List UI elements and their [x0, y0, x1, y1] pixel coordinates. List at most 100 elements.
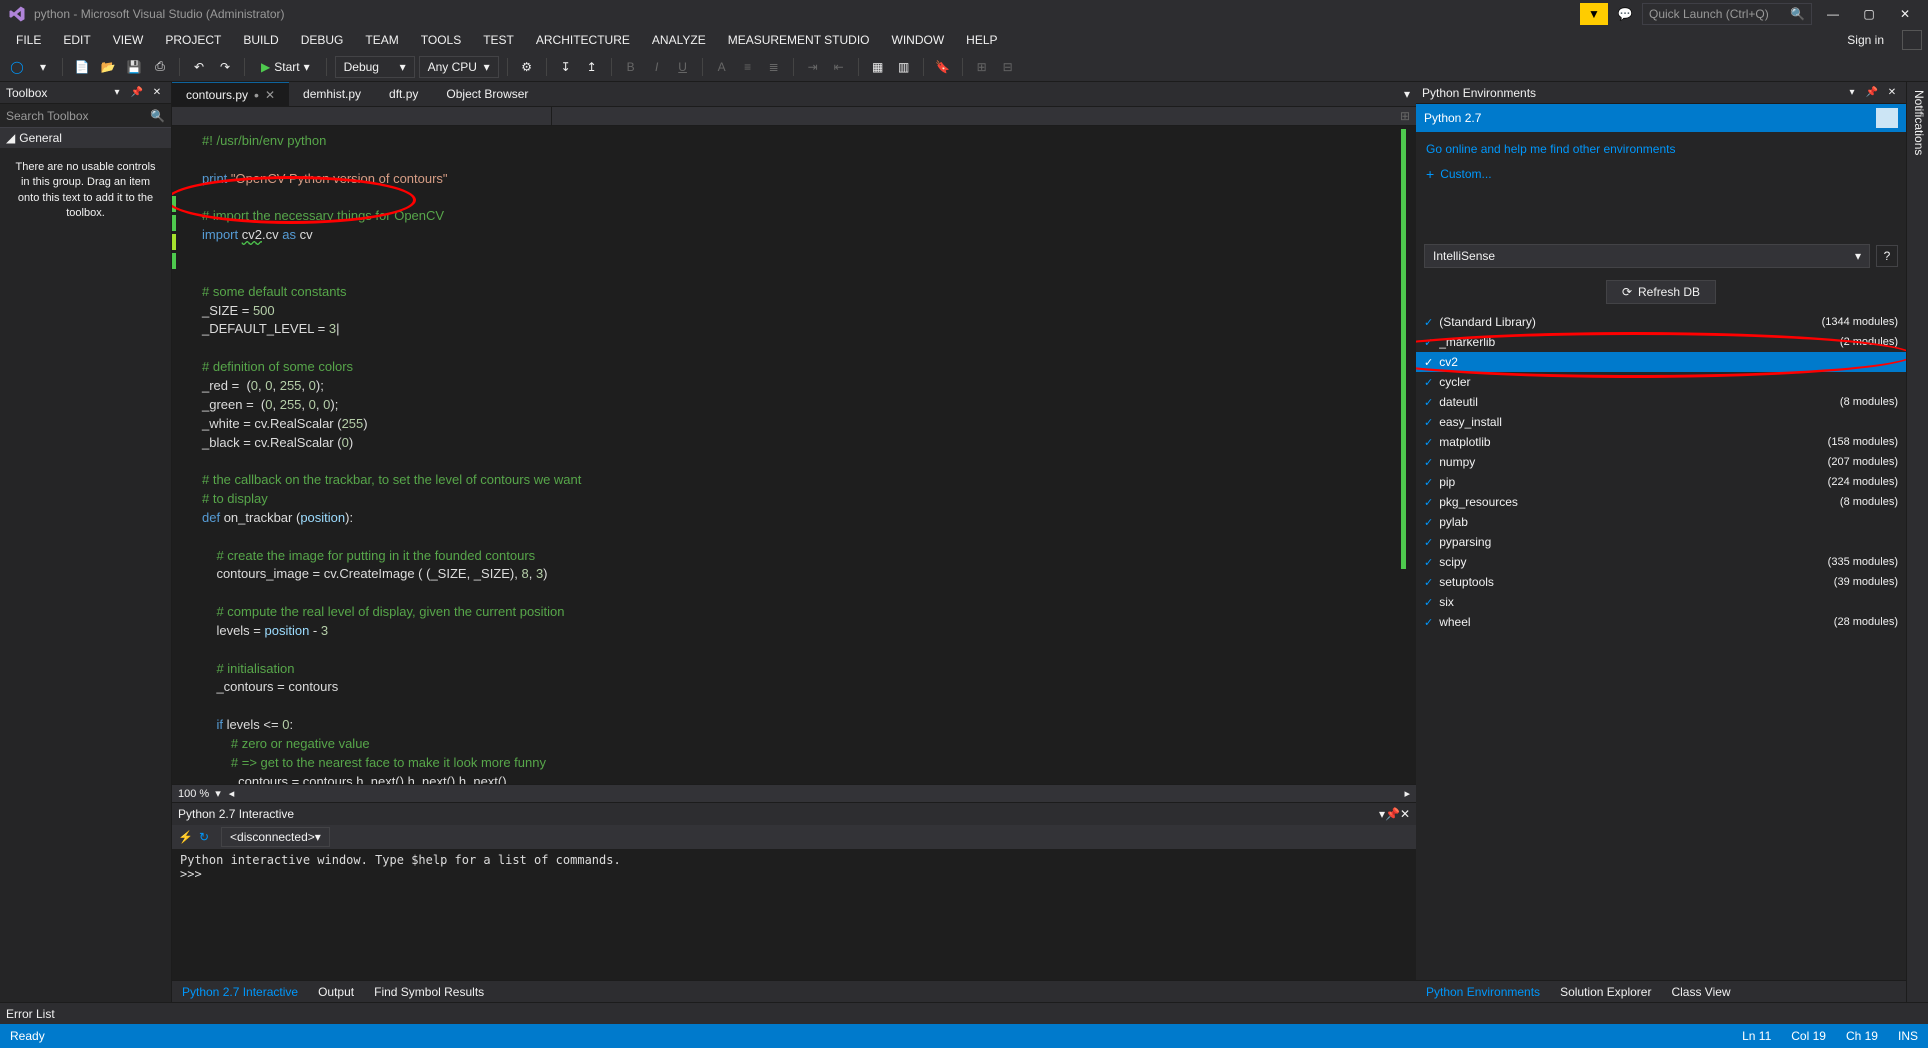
chevron-left-icon[interactable]: ◂	[229, 787, 235, 800]
notification-flag[interactable]: ▼	[1580, 3, 1608, 25]
pin-icon[interactable]: 📌	[1385, 807, 1400, 821]
align-left-icon[interactable]: ≡	[737, 56, 759, 78]
intellisense-dropdown[interactable]: IntelliSense▾	[1424, 244, 1870, 268]
quick-launch[interactable]: Quick Launch (Ctrl+Q) 🔍	[1642, 3, 1812, 25]
help-button[interactable]: ?	[1876, 245, 1898, 267]
platform-dropdown[interactable]: Any CPU▾	[419, 56, 499, 78]
tab-close-icon[interactable]: ✕	[265, 88, 275, 102]
module-row[interactable]: ✓numpy(207 modules)	[1416, 452, 1906, 472]
menu-debug[interactable]: DEBUG	[291, 30, 354, 50]
menu-architecture[interactable]: ARCHITECTURE	[526, 30, 640, 50]
menu-project[interactable]: PROJECT	[155, 30, 231, 50]
toolbox-search[interactable]: Search Toolbox 🔍	[0, 104, 171, 128]
user-avatar[interactable]	[1902, 30, 1922, 50]
undo-icon[interactable]: ↶	[188, 56, 210, 78]
module-row[interactable]: ✓(Standard Library)(1344 modules)	[1416, 312, 1906, 332]
toolbox-category[interactable]: ◢ General	[0, 128, 171, 148]
tab-python-environments[interactable]: Python Environments	[1416, 982, 1550, 1002]
tab-contours[interactable]: contours.py • ✕	[172, 82, 289, 106]
module-row[interactable]: ✓setuptools(39 modules)	[1416, 572, 1906, 592]
interrupt-icon[interactable]: ⚡	[178, 830, 193, 844]
module-row[interactable]: ✓cycler	[1416, 372, 1906, 392]
minimize-button[interactable]: —	[1818, 3, 1848, 25]
bookmark-icon[interactable]: 🔖	[932, 56, 954, 78]
chevron-right-icon[interactable]: ▸	[1404, 787, 1410, 800]
module-row[interactable]: ✓matplotlib(158 modules)	[1416, 432, 1906, 452]
tab-object-browser[interactable]: Object Browser	[432, 82, 542, 106]
zoom-level[interactable]: 100 %	[178, 788, 209, 800]
scope-dropdown[interactable]	[172, 107, 552, 125]
panel-dropdown-icon[interactable]: ▾	[1844, 85, 1860, 101]
bold-icon[interactable]: B	[620, 56, 642, 78]
active-environment[interactable]: Python 2.7	[1416, 104, 1906, 132]
misc2-icon[interactable]: ⊟	[997, 56, 1019, 78]
sign-in-button[interactable]: Sign in	[1837, 30, 1894, 50]
uncomment-icon[interactable]: ▥	[893, 56, 915, 78]
pin-icon[interactable]: 📌	[129, 85, 145, 101]
tab-find-symbol[interactable]: Find Symbol Results	[364, 982, 494, 1002]
misc1-icon[interactable]: ⊞	[971, 56, 993, 78]
split-icon[interactable]: ⊞	[1394, 109, 1416, 123]
chevron-down-icon[interactable]: ▾	[215, 787, 221, 800]
module-row[interactable]: ✓easy_install	[1416, 412, 1906, 432]
menu-test[interactable]: TEST	[473, 30, 524, 50]
menu-tools[interactable]: TOOLS	[411, 30, 471, 50]
new-project-icon[interactable]: 📄	[71, 56, 93, 78]
config-dropdown[interactable]: Debug▾	[335, 56, 415, 78]
maximize-button[interactable]: ▢	[1854, 3, 1884, 25]
menu-measurement[interactable]: MEASUREMENT STUDIO	[718, 30, 880, 50]
indent-icon[interactable]: ⇥	[802, 56, 824, 78]
redo-icon[interactable]: ↷	[214, 56, 236, 78]
save-icon[interactable]: 💾	[123, 56, 145, 78]
nav-back-icon[interactable]: ◯	[6, 56, 28, 78]
comment-icon[interactable]: ▦	[867, 56, 889, 78]
interactive-console[interactable]: Python interactive window. Type $help fo…	[172, 849, 1416, 980]
nav-fwd-icon[interactable]: ▾	[32, 56, 54, 78]
process-icon[interactable]: ⚙	[516, 56, 538, 78]
module-row[interactable]: ✓pylab	[1416, 512, 1906, 532]
module-list[interactable]: ✓(Standard Library)(1344 modules)✓_marke…	[1416, 312, 1906, 980]
italic-icon[interactable]: I	[646, 56, 668, 78]
interactive-state-dropdown[interactable]: <disconnected>▾	[221, 827, 330, 847]
tab-dft[interactable]: dft.py	[375, 82, 432, 106]
module-row[interactable]: ✓pyparsing	[1416, 532, 1906, 552]
menu-edit[interactable]: EDIT	[53, 30, 100, 50]
underline-icon[interactable]: U	[672, 56, 694, 78]
module-row[interactable]: ✓dateutil(8 modules)	[1416, 392, 1906, 412]
menu-view[interactable]: VIEW	[103, 30, 154, 50]
find-environments-link[interactable]: Go online and help me find other environ…	[1416, 132, 1906, 160]
start-debug-button[interactable]: ▶ Start ▾	[253, 58, 318, 76]
panel-close-icon[interactable]: ✕	[1884, 85, 1900, 101]
pin-icon[interactable]: 📌	[1864, 85, 1880, 101]
notifications-tab[interactable]: Notifications	[1906, 82, 1928, 1002]
menu-window[interactable]: WINDOW	[882, 30, 955, 50]
close-button[interactable]: ✕	[1890, 3, 1920, 25]
menu-build[interactable]: BUILD	[233, 30, 288, 50]
tab-python-interactive[interactable]: Python 2.7 Interactive	[172, 982, 308, 1002]
module-row[interactable]: ✓scipy(335 modules)	[1416, 552, 1906, 572]
refresh-db-button[interactable]: ⟳ Refresh DB	[1606, 280, 1716, 304]
open-file-icon[interactable]: 📂	[97, 56, 119, 78]
module-row[interactable]: ✓_markerlib(2 modules)	[1416, 332, 1906, 352]
tab-demhist[interactable]: demhist.py	[289, 82, 375, 106]
module-row[interactable]: ✓pkg_resources(8 modules)	[1416, 492, 1906, 512]
menu-file[interactable]: FILE	[6, 30, 51, 50]
tab-solution-explorer[interactable]: Solution Explorer	[1550, 982, 1661, 1002]
font-icon[interactable]: A	[711, 56, 733, 78]
module-row[interactable]: ✓pip(224 modules)	[1416, 472, 1906, 492]
align-center-icon[interactable]: ≣	[763, 56, 785, 78]
outdent-icon[interactable]: ⇤	[828, 56, 850, 78]
module-row[interactable]: ✓wheel(28 modules)	[1416, 612, 1906, 632]
panel-close-icon[interactable]: ✕	[1400, 807, 1410, 821]
menu-team[interactable]: TEAM	[355, 30, 408, 50]
toolbox-close-icon[interactable]: ✕	[149, 85, 165, 101]
toolbox-dropdown-icon[interactable]: ▾	[109, 85, 125, 101]
module-row[interactable]: ✓six	[1416, 592, 1906, 612]
reset-icon[interactable]: ↻	[199, 830, 209, 844]
code-editor[interactable]: #! /usr/bin/env python print "OpenCV Pyt…	[172, 126, 1416, 784]
tab-output[interactable]: Output	[308, 982, 364, 1002]
module-row[interactable]: ✓cv2	[1416, 352, 1906, 372]
tab-class-view[interactable]: Class View	[1661, 982, 1740, 1002]
menu-help[interactable]: HELP	[956, 30, 1007, 50]
feedback-icon[interactable]: 💬	[1614, 3, 1636, 25]
